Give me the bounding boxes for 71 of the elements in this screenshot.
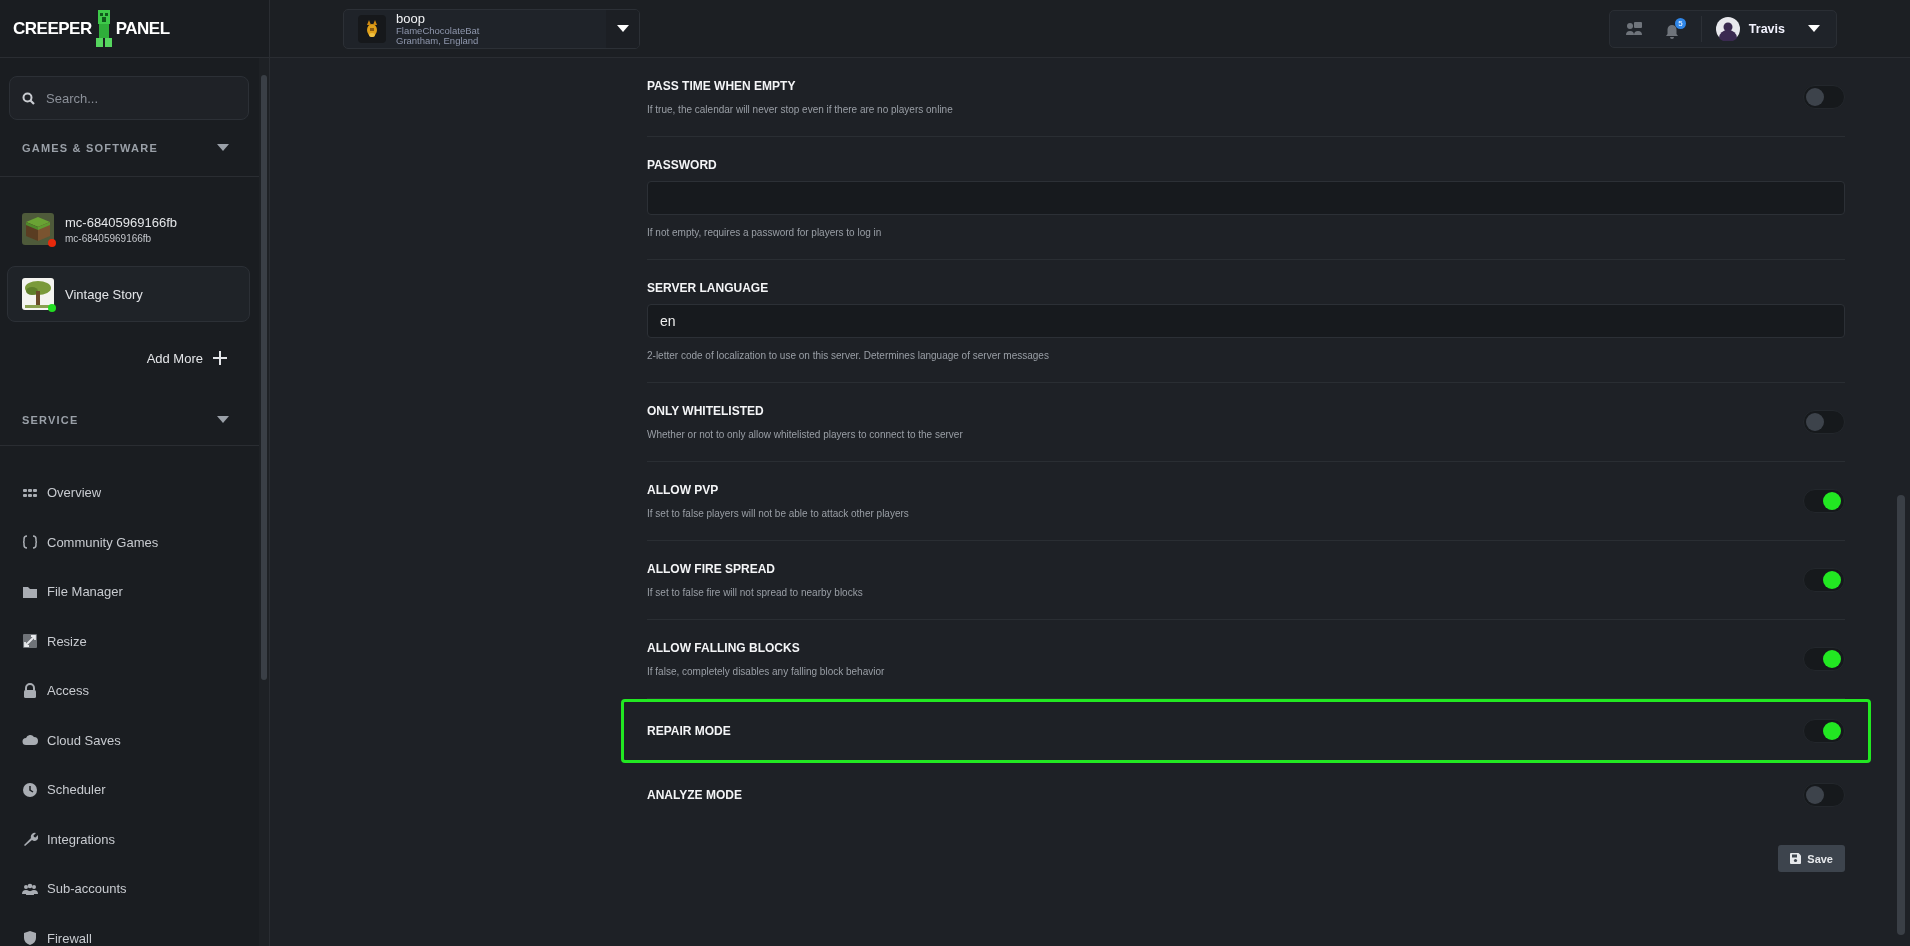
nav-item[interactable]: Community Games — [0, 517, 259, 567]
setting-description: If not empty, requires a password for players to log in — [647, 227, 883, 239]
user-menu[interactable]: Travis — [1715, 16, 1820, 41]
avatar — [1715, 16, 1740, 41]
setting-label: ANALYZE MODE — [647, 787, 743, 803]
caret-icon[interactable] — [217, 144, 229, 152]
toggle-switch[interactable] — [1803, 85, 1845, 109]
toggle-switch[interactable] — [1803, 719, 1845, 743]
bell-icon — [1664, 23, 1679, 40]
nav-item[interactable]: Scheduler — [0, 765, 259, 815]
server-location: Grantham, England — [396, 35, 480, 46]
toggle-switch[interactable] — [1803, 647, 1845, 671]
save-button[interactable]: Save — [1778, 845, 1845, 872]
section-heading: GAMES & SOFTWARE — [22, 142, 158, 154]
server-item[interactable]: Vintage Story — [7, 266, 250, 322]
setting-description: Whether or not to only allow whitelisted players to connect to the server — [647, 429, 964, 441]
setting-description: If set to false players will not be able to attack other players — [647, 508, 910, 520]
toggle-switch[interactable] — [1803, 489, 1845, 513]
notification-badge: 5 — [1674, 17, 1686, 29]
search-field[interactable]: Search... — [9, 76, 249, 120]
wrench-icon — [22, 831, 38, 848]
setting-label: SERVER LANGUAGE — [647, 280, 770, 296]
server-item[interactable]: mc-68405969166fb mc-68405969166fb — [7, 201, 250, 257]
people-chat-icon — [1625, 20, 1643, 37]
caret-icon[interactable] — [217, 415, 229, 424]
setting-label: ALLOW PVP — [647, 482, 720, 498]
server-id: mc-68405969166fb — [65, 232, 153, 244]
nav-item[interactable]: Access — [0, 666, 259, 716]
lock-icon — [22, 682, 38, 699]
setting-label: PASS TIME WHEN EMPTY — [647, 78, 797, 94]
nav-item[interactable]: Integrations — [0, 814, 259, 864]
server-selector[interactable]: boop FlameChocolateBat Grantham, England — [343, 8, 640, 49]
nav-item[interactable]: File Manager — [0, 567, 259, 617]
resize-icon — [22, 633, 38, 650]
plus-icon — [213, 351, 227, 365]
setting-label: REPAIR MODE — [647, 723, 732, 739]
server-name: mc-68405969166fb — [65, 214, 178, 230]
setting-description: If false, completely disables any falling block behavior — [647, 666, 886, 678]
toggle-switch[interactable] — [1803, 410, 1845, 434]
logo-text: PANEL — [115, 18, 170, 39]
toggle-switch[interactable] — [1803, 783, 1845, 807]
caret-icon[interactable] — [616, 24, 629, 33]
scroll-bar[interactable] — [1897, 495, 1905, 935]
setting-label: ONLY WHITELISTED — [647, 403, 765, 419]
shield-icon — [22, 930, 38, 946]
nav-item[interactable]: Resize — [0, 616, 259, 666]
nav-item[interactable]: Firewall — [0, 913, 259, 946]
scroll-bar[interactable] — [261, 75, 267, 680]
input-field[interactable]: en — [647, 304, 1845, 338]
setting-label: ALLOW FALLING BLOCKS — [647, 640, 801, 656]
input-field[interactable] — [647, 181, 1845, 215]
nav-item[interactable]: Overview — [0, 468, 259, 518]
setting-description: If set to false fire will not spread to nearby blocks — [647, 587, 864, 599]
community-button[interactable] — [1625, 20, 1643, 37]
setting-description: If true, the calendar will never stop even if there are no players online — [647, 104, 954, 116]
notifications-button[interactable]: 5 — [1664, 17, 1686, 40]
toggle-switch[interactable] — [1803, 568, 1845, 592]
section-heading: SERVICE — [22, 413, 79, 426]
braces-icon — [22, 534, 38, 551]
logo-text: CREEPER — [13, 18, 92, 39]
clock-icon — [22, 781, 38, 798]
server-name: Vintage Story — [65, 286, 143, 302]
server-name: boop — [396, 11, 425, 26]
setting-label: PASSWORD — [647, 157, 718, 173]
server-owner: FlameChocolateBat — [396, 25, 480, 36]
nav-item[interactable]: Sub-accounts — [0, 864, 259, 914]
nav-item[interactable]: Cloud Saves — [0, 715, 259, 765]
add-more-button[interactable]: Add More — [146, 350, 227, 366]
caret-icon[interactable] — [1808, 24, 1820, 33]
setting-description: 2-letter code of localization to use on this server. Determines language of server messages — [647, 350, 1050, 362]
setting-label: ALLOW FIRE SPREAD — [647, 561, 776, 577]
